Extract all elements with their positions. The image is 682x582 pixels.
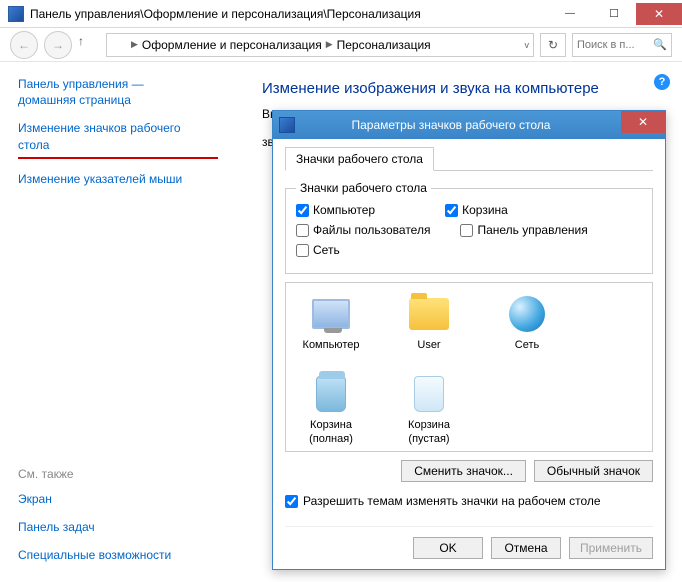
- checkbox-recycle-bin[interactable]: Корзина: [445, 203, 508, 217]
- search-input[interactable]: [577, 39, 647, 51]
- recycle-bin-full-icon: [316, 376, 346, 412]
- group-legend: Значки рабочего стола: [296, 181, 431, 195]
- monitor-icon: [312, 299, 350, 329]
- allow-themes-checkbox[interactable]: [285, 495, 298, 508]
- icon-item-user[interactable]: User: [394, 293, 464, 353]
- search-box[interactable]: 🔍: [572, 33, 672, 57]
- icons-preview-panel: Компьютер User Сеть Корзина(полная) Корз…: [285, 282, 653, 452]
- dialog-icon: [279, 117, 295, 133]
- screen-link[interactable]: Экран: [18, 491, 222, 507]
- cpl-home-link[interactable]: Панель управления —домашняя страница: [18, 76, 222, 108]
- breadcrumb-level1[interactable]: Оформление и персонализация: [142, 38, 322, 52]
- refresh-button[interactable]: ↻: [540, 33, 566, 57]
- recycle-bin-empty-icon: [414, 376, 444, 412]
- close-button[interactable]: [636, 3, 682, 25]
- taskbar-link[interactable]: Панель задач: [18, 519, 222, 535]
- selection-underline: [18, 157, 218, 159]
- breadcrumb-dropdown-icon[interactable]: v: [525, 40, 530, 50]
- checkbox-network[interactable]: Сеть: [296, 243, 340, 257]
- breadcrumb-level2[interactable]: Персонализация: [337, 38, 431, 52]
- forward-button[interactable]: →: [44, 31, 72, 59]
- icon-item-network[interactable]: Сеть: [492, 293, 562, 353]
- page-title: Изменение изображения и звука на компьют…: [262, 80, 660, 97]
- checkbox-user-files[interactable]: Файлы пользователя: [296, 223, 430, 237]
- folder-icon: [409, 298, 449, 330]
- chevron-right-icon: ▶: [131, 39, 138, 50]
- accessibility-link[interactable]: Специальные возможности: [18, 547, 222, 563]
- window-title: Панель управления\Оформление и персонали…: [30, 7, 548, 21]
- search-icon: 🔍: [653, 38, 667, 51]
- globe-icon: [509, 296, 545, 332]
- checkbox-control-panel[interactable]: Панель управления: [460, 223, 587, 237]
- desktop-icons-group: Значки рабочего стола Компьютер Корзина …: [285, 181, 653, 274]
- dialog-title: Параметры значков рабочего стола: [301, 118, 621, 132]
- icon-item-bin-empty[interactable]: Корзина(пустая): [394, 373, 464, 447]
- see-also-label: См. также: [18, 467, 222, 481]
- allow-themes-label: Разрешить темам изменять значки на рабоч…: [303, 494, 601, 508]
- minimize-button[interactable]: [548, 3, 592, 25]
- icon-item-bin-full[interactable]: Корзина(полная): [296, 373, 366, 447]
- ok-button[interactable]: OK: [413, 537, 483, 559]
- back-button[interactable]: ←: [10, 31, 38, 59]
- cancel-button[interactable]: Отмена: [491, 537, 561, 559]
- cpl-icon: [111, 37, 127, 53]
- up-button[interactable]: ↑: [78, 34, 100, 56]
- desktop-icons-link[interactable]: Изменение значков рабочегостола: [18, 120, 222, 152]
- desktop-icons-dialog: Параметры значков рабочего стола Значки …: [272, 110, 666, 570]
- checkbox-computer[interactable]: Компьютер: [296, 203, 375, 217]
- help-icon[interactable]: ?: [654, 74, 670, 90]
- dialog-close-button[interactable]: [621, 111, 665, 133]
- change-icon-button[interactable]: Сменить значок...: [401, 460, 526, 482]
- mouse-pointers-link[interactable]: Изменение указателей мыши: [18, 171, 222, 187]
- cpl-icon: [8, 6, 24, 22]
- apply-button[interactable]: Применить: [569, 537, 653, 559]
- chevron-right-icon: ▶: [326, 39, 333, 50]
- tab-desktop-icons[interactable]: Значки рабочего стола: [285, 147, 434, 171]
- maximize-button[interactable]: [592, 3, 636, 25]
- icon-item-computer[interactable]: Компьютер: [296, 293, 366, 353]
- breadcrumb[interactable]: ▶ Оформление и персонализация ▶ Персонал…: [106, 33, 534, 57]
- default-icon-button[interactable]: Обычный значок: [534, 460, 653, 482]
